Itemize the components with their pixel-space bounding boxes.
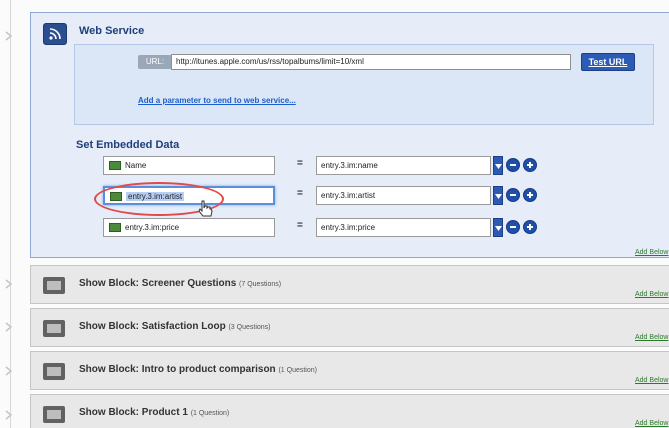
add-below-link[interactable]: Add Below xyxy=(635,249,668,256)
arrow-right-icon xyxy=(3,364,17,378)
show-block-row[interactable]: Show Block: Intro to product comparison … xyxy=(30,351,669,390)
embedded-source-select[interactable]: entry.3.im:artist xyxy=(316,186,491,205)
chevron-down-icon[interactable] xyxy=(493,218,503,237)
embedded-field-icon xyxy=(109,161,121,170)
web-service-title: Web Service xyxy=(79,25,145,37)
embedded-field-input[interactable]: entry.3.im:price xyxy=(103,218,275,237)
block-question-count: (7 Questions) xyxy=(239,281,282,288)
hand-cursor-icon xyxy=(197,200,213,223)
block-title: Show Block: Screener Questions xyxy=(79,278,237,289)
chevron-down-icon[interactable] xyxy=(493,186,503,205)
web-service-block[interactable]: Web Service URL: http://itunes.apple.com… xyxy=(30,12,669,258)
add-below-link[interactable]: Add Below xyxy=(635,334,668,341)
block-title: Show Block: Product 1 xyxy=(79,407,188,418)
block-title: Show Block: Satisfaction Loop xyxy=(79,321,226,332)
add-parameter-link[interactable]: Add a parameter to send to web service..… xyxy=(138,96,296,105)
embedded-data-row: entry.3.im:price = entry.3.im:price xyxy=(103,218,663,238)
minus-circle-icon[interactable] xyxy=(506,188,520,202)
embedded-data-row: Name = entry.3.im:name xyxy=(103,156,663,176)
add-below-link[interactable]: Add Below xyxy=(635,291,668,298)
rss-feed-icon xyxy=(43,23,67,45)
plus-circle-icon[interactable] xyxy=(523,158,537,172)
survey-flow-canvas: Web Service URL: http://itunes.apple.com… xyxy=(0,0,669,428)
minus-circle-icon[interactable] xyxy=(506,158,520,172)
source-value: entry.3.im:artist xyxy=(321,191,376,200)
add-below-link[interactable]: Add Below xyxy=(635,420,668,427)
block-icon xyxy=(43,363,65,380)
show-block-row[interactable]: Show Block: Satisfaction Loop (3 Questio… xyxy=(30,308,669,347)
url-label: URL: xyxy=(138,55,172,69)
plus-circle-icon[interactable] xyxy=(523,188,537,202)
plus-circle-icon[interactable] xyxy=(523,220,537,234)
source-value: entry.3.im:price xyxy=(321,223,376,232)
show-block-row[interactable]: Show Block: Product 1 (1 Question) Add B… xyxy=(30,394,669,428)
set-embedded-data-heading: Set Embedded Data xyxy=(76,139,180,151)
source-value: entry.3.im:name xyxy=(321,161,378,170)
equals-sign: = xyxy=(297,188,303,199)
arrow-right-icon xyxy=(3,29,17,43)
block-question-count: (1 Question) xyxy=(278,367,317,374)
minus-circle-icon[interactable] xyxy=(506,220,520,234)
block-title: Show Block: Intro to product comparison xyxy=(79,364,276,375)
arrow-right-icon xyxy=(3,408,17,422)
show-block-row[interactable]: Show Block: Screener Questions (7 Questi… xyxy=(30,265,669,304)
test-url-button[interactable]: Test URL xyxy=(581,53,635,71)
arrow-right-icon xyxy=(3,320,17,334)
embedded-source-select[interactable]: entry.3.im:price xyxy=(316,218,491,237)
url-panel: URL: http://itunes.apple.com/us/rss/topa… xyxy=(74,44,654,125)
chevron-down-icon[interactable] xyxy=(493,156,503,175)
embedded-field-input[interactable]: Name xyxy=(103,156,275,175)
equals-sign: = xyxy=(297,158,303,169)
arrow-right-icon xyxy=(3,277,17,291)
block-icon xyxy=(43,320,65,337)
embedded-source-select[interactable]: entry.3.im:name xyxy=(316,156,491,175)
block-question-count: (1 Question) xyxy=(190,410,230,417)
equals-sign: = xyxy=(297,220,303,231)
block-icon xyxy=(43,277,65,294)
embedded-field-icon xyxy=(109,223,121,232)
block-question-count: (3 Questions) xyxy=(228,324,271,331)
url-input[interactable]: http://itunes.apple.com/us/rss/topalbums… xyxy=(171,54,571,70)
add-below-link[interactable]: Add Below xyxy=(635,377,668,384)
block-icon xyxy=(43,406,65,423)
